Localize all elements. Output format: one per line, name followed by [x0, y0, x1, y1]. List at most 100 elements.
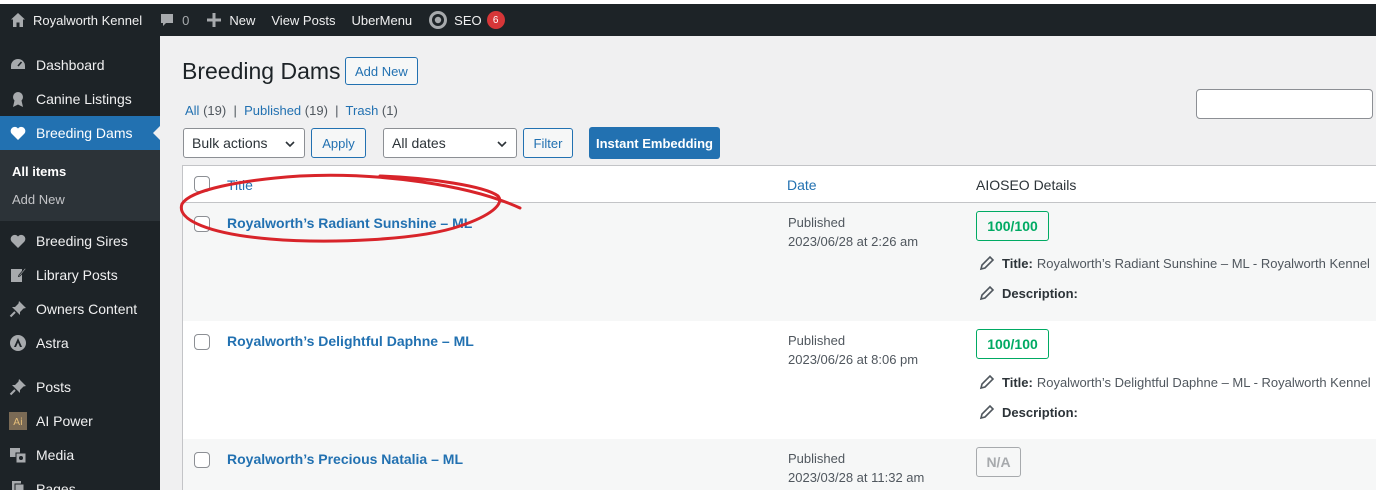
admin-sidebar: Dashboard Canine Listings Breeding Dams … [0, 36, 161, 490]
row-title-link[interactable]: Royalworth’s Precious Natalia – ML [227, 451, 463, 467]
new-content-link[interactable]: New [197, 4, 263, 36]
sidebar-item-posts[interactable]: Posts [0, 370, 160, 404]
seo-description-line[interactable]: Description: [979, 404, 1082, 420]
seo-description-label: Description: [1002, 404, 1078, 420]
sidebar-item-label: AI Power [36, 413, 93, 429]
view-trash-count: (1) [381, 103, 398, 118]
seo-title-line[interactable]: Title: Royalworth’s Delightful Daphne – … [979, 374, 1371, 390]
dates-filter-select[interactable]: All dates [383, 128, 517, 158]
pencil-icon [979, 255, 995, 271]
heart-icon [8, 123, 28, 143]
sidebar-item-owners-content[interactable]: Owners Content [0, 292, 160, 326]
seo-score-badge[interactable]: 100/100 [976, 329, 1049, 359]
bulk-actions-select[interactable]: Bulk actions [183, 128, 305, 158]
chevron-down-icon [284, 137, 296, 153]
row-date: Published 2023/03/28 at 11:32 am [788, 449, 924, 487]
sidebar-item-label: Owners Content [36, 301, 138, 317]
sidebar-item-label: Pages [36, 481, 76, 490]
ai-power-icon: Ai [8, 411, 28, 431]
table-row: Royalworth’s Radiant Sunshine – ML Publi… [183, 203, 1376, 321]
seo-title-label: Title: [1002, 255, 1033, 271]
svg-text:Ai: Ai [13, 417, 23, 428]
add-new-button[interactable]: Add New [345, 57, 418, 85]
filter-button[interactable]: Filter [523, 128, 573, 158]
sidebar-item-label: Breeding Sires [36, 233, 128, 249]
row-checkbox[interactable] [194, 216, 210, 232]
seo-title-line[interactable]: Title: Royalworth’s Radiant Sunshine – M… [979, 255, 1370, 271]
sidebar-item-library-posts[interactable]: Library Posts [0, 258, 160, 292]
sidebar-item-breeding-sires[interactable]: Breeding Sires [0, 224, 160, 258]
edit-page-icon [8, 265, 28, 285]
seo-title-value: Royalworth’s Delightful Daphne – ML - Ro… [1036, 374, 1371, 390]
sidebar-item-astra[interactable]: Astra [0, 326, 160, 360]
table-row: Royalworth’s Precious Natalia – ML Publi… [183, 439, 1376, 490]
chevron-down-icon [496, 137, 508, 153]
site-name-link[interactable]: Royalworth Kennel [0, 4, 150, 36]
separator: | [233, 103, 237, 118]
status-views: All (19) | Published (19) | Trash (1) [185, 103, 398, 118]
view-published-count: (19) [304, 103, 328, 118]
table-header: Title Date AIOSEO Details [183, 166, 1376, 203]
seo-description-line[interactable]: Description: [979, 285, 1082, 301]
comments-count: 0 [182, 12, 190, 28]
award-icon [8, 89, 28, 109]
ubermenu-label: UberMenu [351, 12, 413, 28]
row-checkbox[interactable] [194, 334, 210, 350]
sidebar-item-canine-listings[interactable]: Canine Listings [0, 82, 160, 116]
sidebar-item-dashboard[interactable]: Dashboard [0, 48, 160, 82]
submenu-add-new[interactable]: Add New [0, 185, 160, 213]
sidebar-item-media[interactable]: Media [0, 438, 160, 472]
pin-icon [8, 377, 28, 397]
row-date: Published 2023/06/28 at 2:26 am [788, 213, 918, 251]
page-title: Breeding Dams [182, 58, 341, 84]
column-title[interactable]: Title [227, 177, 253, 193]
seo-description-label: Description: [1002, 285, 1078, 301]
sidebar-item-label: Library Posts [36, 267, 118, 283]
seo-label: SEO [454, 12, 482, 28]
instant-embedding-button[interactable]: Instant Embedding [589, 127, 720, 159]
view-trash-link[interactable]: Trash [346, 103, 379, 118]
search-input[interactable] [1196, 89, 1373, 119]
column-date-link[interactable]: Date [787, 177, 817, 193]
seo-score-badge[interactable]: N/A [976, 447, 1021, 477]
view-posts-label: View Posts [271, 12, 336, 28]
site-name: Royalworth Kennel [33, 12, 143, 28]
row-checkbox[interactable] [194, 452, 210, 468]
seo-notification-badge: 6 [486, 11, 505, 29]
column-date[interactable]: Date [787, 177, 817, 193]
media-icon [8, 445, 28, 465]
astra-icon [8, 333, 28, 353]
home-icon [9, 11, 27, 29]
sidebar-item-label: Breeding Dams [36, 125, 133, 141]
view-published-link[interactable]: Published [244, 103, 301, 118]
posts-table: Title Date AIOSEO Details Royalworth’s R… [182, 165, 1376, 490]
gear-icon [428, 10, 448, 30]
sidebar-item-breeding-dams[interactable]: Breeding Dams [0, 116, 161, 150]
pencil-icon [979, 404, 995, 420]
sidebar-item-label: Dashboard [36, 57, 105, 73]
sidebar-item-pages[interactable]: Pages [0, 472, 160, 490]
view-posts-link[interactable]: View Posts [263, 4, 343, 36]
dashboard-icon [8, 55, 28, 75]
row-title-link[interactable]: Royalworth’s Delightful Daphne – ML [227, 333, 474, 349]
row-date-value: 2023/06/26 at 8:06 pm [788, 352, 919, 367]
view-all-count: (19) [203, 103, 227, 118]
select-all-checkbox[interactable] [194, 176, 210, 192]
sidebar-item-ai-power[interactable]: Ai AI Power [0, 404, 160, 438]
view-all-link[interactable]: All [185, 103, 199, 118]
seo-title-label: Title: [1002, 374, 1033, 390]
row-status: Published [788, 451, 846, 466]
pencil-icon [979, 285, 995, 301]
row-title-link[interactable]: Royalworth’s Radiant Sunshine – ML [227, 215, 472, 231]
pencil-icon [979, 374, 995, 390]
admin-bar: Royalworth Kennel 0 New View Posts UberM… [0, 4, 1376, 36]
apply-button[interactable]: Apply [311, 128, 366, 158]
column-title-link[interactable]: Title [227, 177, 253, 193]
seo-menu-link[interactable]: SEO 6 [420, 4, 512, 36]
seo-score-badge[interactable]: 100/100 [976, 211, 1049, 241]
row-date-value: 2023/03/28 at 11:32 am [788, 470, 925, 485]
ubermenu-link[interactable]: UberMenu [343, 4, 420, 36]
column-aioseo: AIOSEO Details [976, 177, 1077, 193]
comments-link[interactable]: 0 [150, 4, 197, 36]
submenu-all-items[interactable]: All items [0, 157, 160, 185]
